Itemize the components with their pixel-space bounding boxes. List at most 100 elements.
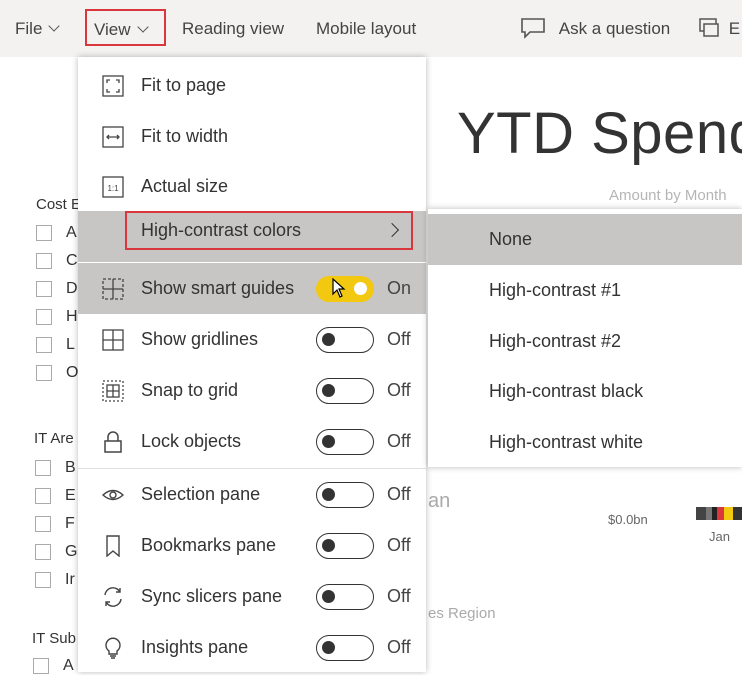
- actual-size-label: Actual size: [141, 176, 229, 196]
- checkbox[interactable]: [35, 488, 51, 504]
- checkbox[interactable]: [36, 253, 52, 269]
- chevron-right-icon: [384, 222, 400, 238]
- lock-objects-item[interactable]: Lock objects Off: [78, 416, 426, 467]
- lock-objects-state: Off: [387, 431, 411, 451]
- explore-icon: [699, 17, 719, 37]
- sync-slicers-pane-item[interactable]: Sync slicers pane Off: [78, 571, 426, 622]
- lightbulb-icon: [105, 637, 121, 659]
- snap-to-grid-label: Snap to grid: [141, 380, 239, 400]
- slicer-option[interactable]: F: [35, 515, 75, 533]
- slicer-option-label: B: [65, 459, 76, 476]
- selection-pane-toggle[interactable]: [316, 482, 374, 508]
- high-contrast-label: High-contrast colors: [141, 220, 302, 240]
- gridlines-icon: [102, 329, 124, 351]
- selection-pane-state: Off: [387, 484, 411, 504]
- contrast-option-none[interactable]: None: [428, 214, 742, 265]
- slicer-option-label: Ir: [65, 571, 75, 588]
- mobile-layout-button[interactable]: Mobile layout: [316, 0, 416, 57]
- checkbox[interactable]: [35, 544, 51, 560]
- slicer-option[interactable]: Ir: [35, 571, 75, 589]
- fit-to-width-item[interactable]: Fit to width: [78, 111, 426, 162]
- view-menu-label: View: [94, 20, 131, 39]
- checkbox[interactable]: [35, 516, 51, 532]
- slicer-option-label: L: [66, 336, 75, 353]
- checkbox[interactable]: [35, 460, 51, 476]
- high-contrast-colors-item[interactable]: High-contrast colors: [125, 211, 413, 250]
- show-gridlines-item[interactable]: Show gridlines Off: [78, 314, 426, 365]
- contrast-option-2[interactable]: High-contrast #2: [428, 316, 742, 367]
- snap-to-grid-state: Off: [387, 380, 411, 400]
- lock-objects-label: Lock objects: [141, 431, 242, 451]
- slicer-option[interactable]: D: [36, 280, 78, 298]
- show-smart-guides-item[interactable]: Show smart guides On: [78, 263, 426, 314]
- checkbox[interactable]: [36, 337, 52, 353]
- actual-size-item[interactable]: 1:1 Actual size: [78, 161, 426, 212]
- sync-slicers-pane-toggle[interactable]: [316, 584, 374, 610]
- it-area-slicer-title: IT Are: [34, 430, 74, 447]
- contrast-option-1[interactable]: High-contrast #1: [428, 265, 742, 316]
- slicer-option[interactable]: B: [35, 459, 76, 477]
- contrast-option-black[interactable]: High-contrast black: [428, 366, 742, 417]
- checkbox[interactable]: [36, 309, 52, 325]
- actual-size-icon: 1:1: [102, 176, 124, 198]
- selection-pane-label: Selection pane: [141, 484, 261, 504]
- slicer-option-label: H: [66, 308, 78, 325]
- sync-slicers-pane-label: Sync slicers pane: [141, 586, 283, 606]
- smart-guides-icon: [102, 278, 124, 300]
- slicer-option-label: G: [65, 543, 78, 560]
- stacked-bar[interactable]: [696, 507, 742, 520]
- contrast-option-label: High-contrast white: [489, 432, 644, 452]
- smart-guides-state: On: [387, 278, 412, 298]
- file-menu[interactable]: File: [15, 0, 61, 57]
- contrast-option-white[interactable]: High-contrast white: [428, 417, 742, 468]
- checkbox[interactable]: [36, 225, 52, 241]
- slicer-option-label: A: [66, 224, 77, 241]
- slicer-option[interactable]: H: [36, 308, 78, 326]
- explore-button[interactable]: E: [698, 0, 740, 57]
- checkbox[interactable]: [36, 281, 52, 297]
- chart-caption-fragment: es Region: [428, 605, 496, 622]
- cost-slicer-title: Cost E: [36, 196, 82, 213]
- slicer-option-label: E: [65, 487, 76, 504]
- insights-pane-toggle[interactable]: [316, 635, 374, 661]
- insights-pane-item[interactable]: Insights pane Off: [78, 622, 426, 673]
- sync-icon: [104, 587, 122, 607]
- slicer-option[interactable]: O: [36, 364, 78, 382]
- slicer-option[interactable]: G: [35, 543, 77, 561]
- bookmarks-pane-toggle[interactable]: [316, 533, 374, 559]
- bookmarks-pane-item[interactable]: Bookmarks pane Off: [78, 520, 426, 571]
- checkbox[interactable]: [35, 572, 51, 588]
- report-subtitle: Amount by Month: [609, 187, 727, 204]
- slicer-option[interactable]: A: [36, 224, 77, 242]
- lock-objects-toggle[interactable]: [316, 429, 374, 455]
- show-gridlines-label: Show gridlines: [141, 329, 259, 349]
- fit-to-width-icon: [102, 126, 124, 148]
- toggle-knob: [322, 641, 335, 654]
- lock-icon: [104, 431, 122, 453]
- snap-to-grid-icon: [102, 380, 124, 402]
- chat-bubble-icon: [521, 17, 545, 39]
- slicer-option[interactable]: C: [36, 252, 78, 270]
- gridlines-toggle[interactable]: [316, 327, 374, 353]
- bar-segment: [696, 507, 706, 520]
- slicer-option[interactable]: E: [35, 487, 76, 505]
- selection-pane-item[interactable]: Selection pane Off: [78, 469, 426, 520]
- reading-view-button[interactable]: Reading view: [182, 0, 284, 57]
- view-menu[interactable]: View: [85, 9, 166, 46]
- ask-question-button[interactable]: Ask a question: [520, 0, 670, 57]
- slicer-option[interactable]: A: [33, 657, 74, 675]
- slicer-option-label: D: [66, 280, 78, 297]
- slicer-option-label: C: [66, 252, 78, 269]
- axis-value-label: $0.0bn: [608, 512, 648, 527]
- bar-segment: [733, 507, 742, 520]
- snap-to-grid-toggle[interactable]: [316, 378, 374, 404]
- ask-question-label: Ask a question: [558, 19, 671, 38]
- top-menu-bar: File View Reading view Mobile layout Ask…: [0, 0, 742, 57]
- chevron-down-icon: [136, 21, 149, 33]
- fit-to-page-label: Fit to page: [141, 75, 227, 95]
- fit-to-page-item[interactable]: Fit to page: [78, 60, 426, 111]
- snap-to-grid-item[interactable]: Snap to grid Off: [78, 365, 426, 416]
- checkbox[interactable]: [36, 365, 52, 381]
- chevron-down-icon: [48, 20, 61, 32]
- slicer-option[interactable]: L: [36, 336, 75, 354]
